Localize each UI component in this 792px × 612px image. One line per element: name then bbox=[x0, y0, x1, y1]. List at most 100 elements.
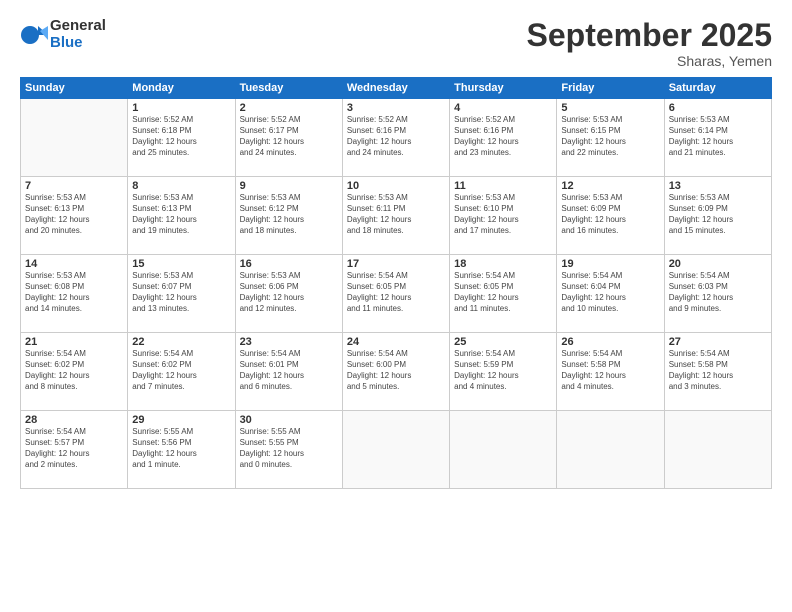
page: General Blue September 2025 Sharas, Yeme… bbox=[0, 0, 792, 612]
week-row-5: 28Sunrise: 5:54 AM Sunset: 5:57 PM Dayli… bbox=[21, 411, 772, 489]
day-info: Sunrise: 5:54 AM Sunset: 5:59 PM Dayligh… bbox=[454, 349, 552, 392]
logo: General Blue bbox=[20, 18, 106, 51]
calendar-table: Sunday Monday Tuesday Wednesday Thursday… bbox=[20, 77, 772, 489]
week-row-4: 21Sunrise: 5:54 AM Sunset: 6:02 PM Dayli… bbox=[21, 333, 772, 411]
day-cell: 8Sunrise: 5:53 AM Sunset: 6:13 PM Daylig… bbox=[128, 177, 235, 255]
day-number: 15 bbox=[132, 258, 230, 270]
day-info: Sunrise: 5:54 AM Sunset: 6:02 PM Dayligh… bbox=[25, 349, 123, 392]
day-cell: 7Sunrise: 5:53 AM Sunset: 6:13 PM Daylig… bbox=[21, 177, 128, 255]
day-info: Sunrise: 5:54 AM Sunset: 5:58 PM Dayligh… bbox=[561, 349, 659, 392]
day-cell: 18Sunrise: 5:54 AM Sunset: 6:05 PM Dayli… bbox=[450, 255, 557, 333]
day-number: 10 bbox=[347, 180, 445, 192]
day-number: 26 bbox=[561, 336, 659, 348]
day-cell: 6Sunrise: 5:53 AM Sunset: 6:14 PM Daylig… bbox=[664, 99, 771, 177]
day-cell: 21Sunrise: 5:54 AM Sunset: 6:02 PM Dayli… bbox=[21, 333, 128, 411]
header-thursday: Thursday bbox=[450, 78, 557, 99]
day-cell bbox=[450, 411, 557, 489]
day-cell: 9Sunrise: 5:53 AM Sunset: 6:12 PM Daylig… bbox=[235, 177, 342, 255]
day-number: 21 bbox=[25, 336, 123, 348]
day-number: 2 bbox=[240, 102, 338, 114]
day-number: 28 bbox=[25, 414, 123, 426]
day-cell: 17Sunrise: 5:54 AM Sunset: 6:05 PM Dayli… bbox=[342, 255, 449, 333]
day-number: 23 bbox=[240, 336, 338, 348]
day-info: Sunrise: 5:53 AM Sunset: 6:14 PM Dayligh… bbox=[669, 115, 767, 158]
day-info: Sunrise: 5:55 AM Sunset: 5:55 PM Dayligh… bbox=[240, 427, 338, 470]
week-row-3: 14Sunrise: 5:53 AM Sunset: 6:08 PM Dayli… bbox=[21, 255, 772, 333]
calendar-body: 1Sunrise: 5:52 AM Sunset: 6:18 PM Daylig… bbox=[21, 99, 772, 489]
day-number: 18 bbox=[454, 258, 552, 270]
day-cell: 20Sunrise: 5:54 AM Sunset: 6:03 PM Dayli… bbox=[664, 255, 771, 333]
day-info: Sunrise: 5:53 AM Sunset: 6:09 PM Dayligh… bbox=[561, 193, 659, 236]
day-number: 22 bbox=[132, 336, 230, 348]
day-info: Sunrise: 5:54 AM Sunset: 6:05 PM Dayligh… bbox=[347, 271, 445, 314]
day-number: 24 bbox=[347, 336, 445, 348]
day-number: 13 bbox=[669, 180, 767, 192]
day-info: Sunrise: 5:54 AM Sunset: 6:04 PM Dayligh… bbox=[561, 271, 659, 314]
day-cell: 13Sunrise: 5:53 AM Sunset: 6:09 PM Dayli… bbox=[664, 177, 771, 255]
day-info: Sunrise: 5:54 AM Sunset: 5:58 PM Dayligh… bbox=[669, 349, 767, 392]
day-number: 12 bbox=[561, 180, 659, 192]
day-number: 9 bbox=[240, 180, 338, 192]
day-number: 14 bbox=[25, 258, 123, 270]
day-number: 19 bbox=[561, 258, 659, 270]
day-number: 20 bbox=[669, 258, 767, 270]
day-info: Sunrise: 5:54 AM Sunset: 6:00 PM Dayligh… bbox=[347, 349, 445, 392]
day-info: Sunrise: 5:52 AM Sunset: 6:16 PM Dayligh… bbox=[347, 115, 445, 158]
day-cell: 26Sunrise: 5:54 AM Sunset: 5:58 PM Dayli… bbox=[557, 333, 664, 411]
day-info: Sunrise: 5:53 AM Sunset: 6:07 PM Dayligh… bbox=[132, 271, 230, 314]
logo-general-text: General bbox=[50, 18, 106, 35]
day-cell: 23Sunrise: 5:54 AM Sunset: 6:01 PM Dayli… bbox=[235, 333, 342, 411]
day-cell: 5Sunrise: 5:53 AM Sunset: 6:15 PM Daylig… bbox=[557, 99, 664, 177]
day-number: 11 bbox=[454, 180, 552, 192]
day-number: 25 bbox=[454, 336, 552, 348]
day-number: 5 bbox=[561, 102, 659, 114]
logo-blue-text: Blue bbox=[50, 35, 106, 52]
day-cell bbox=[342, 411, 449, 489]
day-info: Sunrise: 5:53 AM Sunset: 6:10 PM Dayligh… bbox=[454, 193, 552, 236]
day-number: 16 bbox=[240, 258, 338, 270]
day-number: 3 bbox=[347, 102, 445, 114]
day-number: 6 bbox=[669, 102, 767, 114]
logo-text: General Blue bbox=[50, 18, 106, 51]
day-info: Sunrise: 5:54 AM Sunset: 6:05 PM Dayligh… bbox=[454, 271, 552, 314]
day-cell: 15Sunrise: 5:53 AM Sunset: 6:07 PM Dayli… bbox=[128, 255, 235, 333]
day-info: Sunrise: 5:53 AM Sunset: 6:13 PM Dayligh… bbox=[25, 193, 123, 236]
day-info: Sunrise: 5:54 AM Sunset: 5:57 PM Dayligh… bbox=[25, 427, 123, 470]
title-block: September 2025 Sharas, Yemen bbox=[527, 18, 772, 69]
day-cell: 29Sunrise: 5:55 AM Sunset: 5:56 PM Dayli… bbox=[128, 411, 235, 489]
day-cell: 10Sunrise: 5:53 AM Sunset: 6:11 PM Dayli… bbox=[342, 177, 449, 255]
day-cell: 1Sunrise: 5:52 AM Sunset: 6:18 PM Daylig… bbox=[128, 99, 235, 177]
day-number: 29 bbox=[132, 414, 230, 426]
header-saturday: Saturday bbox=[664, 78, 771, 99]
day-cell: 11Sunrise: 5:53 AM Sunset: 6:10 PM Dayli… bbox=[450, 177, 557, 255]
day-info: Sunrise: 5:54 AM Sunset: 6:03 PM Dayligh… bbox=[669, 271, 767, 314]
logo-icon bbox=[20, 21, 48, 49]
day-info: Sunrise: 5:54 AM Sunset: 6:02 PM Dayligh… bbox=[132, 349, 230, 392]
day-cell: 16Sunrise: 5:53 AM Sunset: 6:06 PM Dayli… bbox=[235, 255, 342, 333]
day-info: Sunrise: 5:54 AM Sunset: 6:01 PM Dayligh… bbox=[240, 349, 338, 392]
day-info: Sunrise: 5:55 AM Sunset: 5:56 PM Dayligh… bbox=[132, 427, 230, 470]
day-cell: 19Sunrise: 5:54 AM Sunset: 6:04 PM Dayli… bbox=[557, 255, 664, 333]
day-cell: 28Sunrise: 5:54 AM Sunset: 5:57 PM Dayli… bbox=[21, 411, 128, 489]
day-number: 4 bbox=[454, 102, 552, 114]
header-tuesday: Tuesday bbox=[235, 78, 342, 99]
day-info: Sunrise: 5:53 AM Sunset: 6:06 PM Dayligh… bbox=[240, 271, 338, 314]
header: General Blue September 2025 Sharas, Yeme… bbox=[20, 18, 772, 69]
day-cell bbox=[557, 411, 664, 489]
header-friday: Friday bbox=[557, 78, 664, 99]
day-number: 17 bbox=[347, 258, 445, 270]
day-info: Sunrise: 5:53 AM Sunset: 6:15 PM Dayligh… bbox=[561, 115, 659, 158]
day-info: Sunrise: 5:52 AM Sunset: 6:18 PM Dayligh… bbox=[132, 115, 230, 158]
day-number: 1 bbox=[132, 102, 230, 114]
day-info: Sunrise: 5:53 AM Sunset: 6:09 PM Dayligh… bbox=[669, 193, 767, 236]
day-cell: 24Sunrise: 5:54 AM Sunset: 6:00 PM Dayli… bbox=[342, 333, 449, 411]
day-info: Sunrise: 5:53 AM Sunset: 6:13 PM Dayligh… bbox=[132, 193, 230, 236]
day-info: Sunrise: 5:53 AM Sunset: 6:11 PM Dayligh… bbox=[347, 193, 445, 236]
calendar-subtitle: Sharas, Yemen bbox=[527, 53, 772, 69]
header-wednesday: Wednesday bbox=[342, 78, 449, 99]
calendar-title: September 2025 bbox=[527, 18, 772, 53]
day-cell: 22Sunrise: 5:54 AM Sunset: 6:02 PM Dayli… bbox=[128, 333, 235, 411]
day-cell: 4Sunrise: 5:52 AM Sunset: 6:16 PM Daylig… bbox=[450, 99, 557, 177]
day-cell: 27Sunrise: 5:54 AM Sunset: 5:58 PM Dayli… bbox=[664, 333, 771, 411]
day-cell: 30Sunrise: 5:55 AM Sunset: 5:55 PM Dayli… bbox=[235, 411, 342, 489]
